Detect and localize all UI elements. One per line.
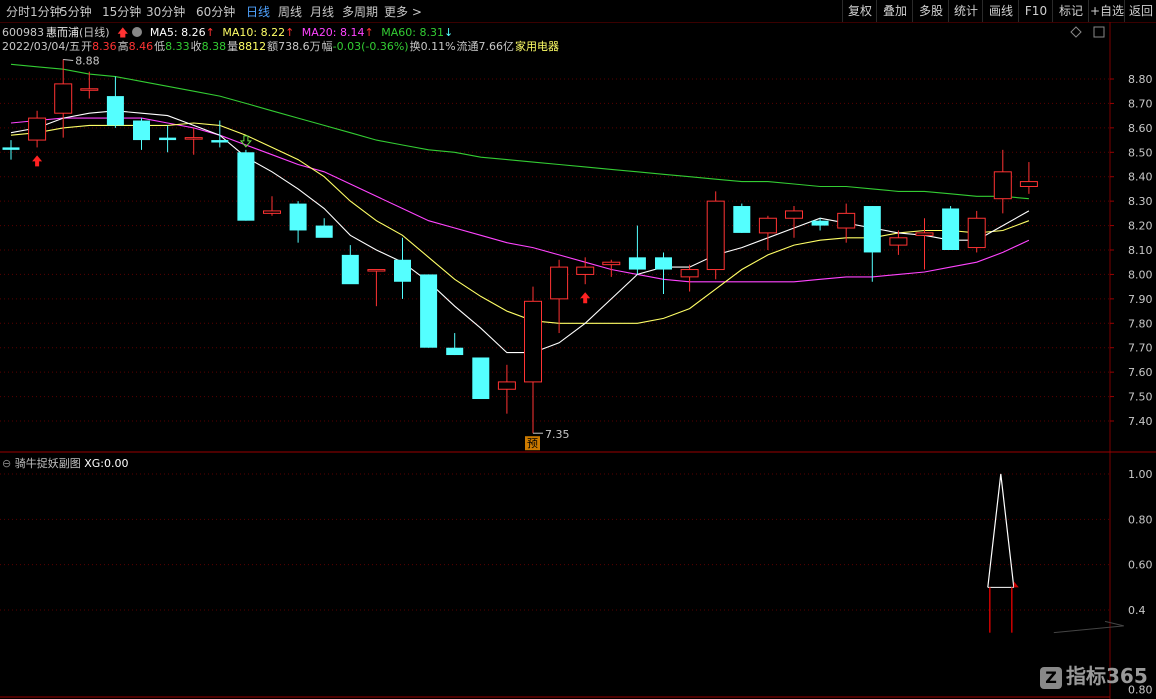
candle-body: [341, 254, 359, 285]
sub-y-tick-label: 0.60: [1128, 559, 1153, 572]
high-annotation-label: 8.88: [75, 54, 100, 67]
buy-arrow-icon: [580, 292, 591, 304]
high-annotation-pointer: [63, 58, 74, 61]
logo-mark-icon: Z: [1040, 667, 1062, 689]
candle-body: [576, 266, 595, 275]
xg-signal-line: [987, 473, 1015, 588]
candle-body: [54, 83, 73, 114]
xg-marker-icon: [1013, 581, 1019, 588]
candle-body: [758, 217, 777, 234]
candle-body: [942, 208, 960, 250]
y-tick-label: 8.70: [1128, 97, 1153, 110]
candle-body: [211, 140, 229, 143]
low-annotation-label: 7.35: [545, 428, 570, 441]
y-tick-label: 7.50: [1128, 391, 1153, 404]
candle-body: [184, 137, 203, 140]
candle-body: [915, 232, 934, 236]
sub-y-tick-label: 1.00: [1128, 468, 1153, 481]
forecast-badge-label: 预: [527, 437, 538, 450]
candle-body: [602, 261, 621, 266]
candle-body: [967, 217, 986, 249]
logo-text: 指标365: [1066, 664, 1148, 688]
y-tick-label: 7.40: [1128, 415, 1153, 428]
y-tick-label: 8.80: [1128, 73, 1153, 86]
y-tick-label: 8.10: [1128, 244, 1153, 257]
candle-body: [863, 206, 881, 253]
candle-body: [263, 210, 281, 214]
sub-y-tick-label: 0.4: [1128, 604, 1146, 617]
candle-body: [106, 96, 124, 126]
y-tick-label: 8.60: [1128, 122, 1153, 135]
y-tick-label: 8.20: [1128, 220, 1153, 233]
candle-body: [159, 137, 177, 141]
candle-body: [497, 381, 516, 390]
ma20-line: [10, 117, 1030, 283]
candle-body: [237, 152, 255, 221]
xg-label: XG:: [84, 457, 104, 470]
candle-body: [628, 257, 646, 270]
sub-panel-title: 骑牛捉妖副图: [14, 457, 81, 470]
candle-body: [1019, 181, 1038, 187]
candle-body: [289, 203, 307, 231]
sub-panel-collapse-icon[interactable]: ⊖: [2, 457, 11, 470]
buy-arrow-icon: [32, 155, 43, 167]
candle-body: [550, 266, 569, 300]
kline-chart[interactable]: 8.80 8.70 8.60 8.50 8.40 8.30 8.20 8.10 8.00 7.90…: [0, 0, 1156, 699]
panel-settings-icon: [1093, 26, 1105, 38]
candle-body: [420, 274, 438, 348]
y-tick-label: 7.80: [1128, 317, 1153, 330]
candle-body: [394, 259, 411, 282]
sub-panel-header: ⊖ 骑牛捉妖副图 XG:0.00: [2, 455, 128, 471]
candle-body: [733, 206, 751, 233]
y-tick-label: 7.70: [1128, 342, 1153, 355]
candle-body: [655, 257, 672, 270]
candle-body: [993, 171, 1012, 200]
candle-body: [315, 225, 333, 238]
sub-faint-line: [1053, 620, 1124, 634]
candle-body: [446, 347, 464, 356]
candle-body: [811, 220, 829, 226]
y-tick-label: 8.30: [1128, 195, 1153, 208]
y-tick-label: 8.00: [1128, 268, 1153, 281]
candle-body: [785, 210, 803, 219]
y-tick-label: 8.50: [1128, 146, 1153, 159]
candle-body: [837, 212, 856, 229]
candle-body: [133, 120, 150, 141]
y-tick-label: 7.90: [1128, 293, 1153, 306]
ma60-line: [10, 63, 1029, 200]
candle-body: [472, 357, 490, 400]
xg-value: 0.00: [103, 457, 129, 470]
candle-body: [28, 117, 47, 141]
diamond-icon: [1070, 26, 1082, 38]
candle-body: [2, 147, 20, 150]
y-tick-label: 7.60: [1128, 366, 1153, 379]
candle-body: [524, 300, 542, 383]
candle-body: [706, 200, 725, 271]
y-tick-label: 8.40: [1128, 171, 1153, 184]
candle-body: [889, 237, 908, 246]
candle-body: [80, 88, 99, 91]
sub-y-tick-label: 0.80: [1128, 513, 1153, 526]
watermark-logo: Z 指标365: [1040, 660, 1148, 689]
candle-body: [680, 269, 699, 278]
candle-body: [367, 269, 386, 272]
